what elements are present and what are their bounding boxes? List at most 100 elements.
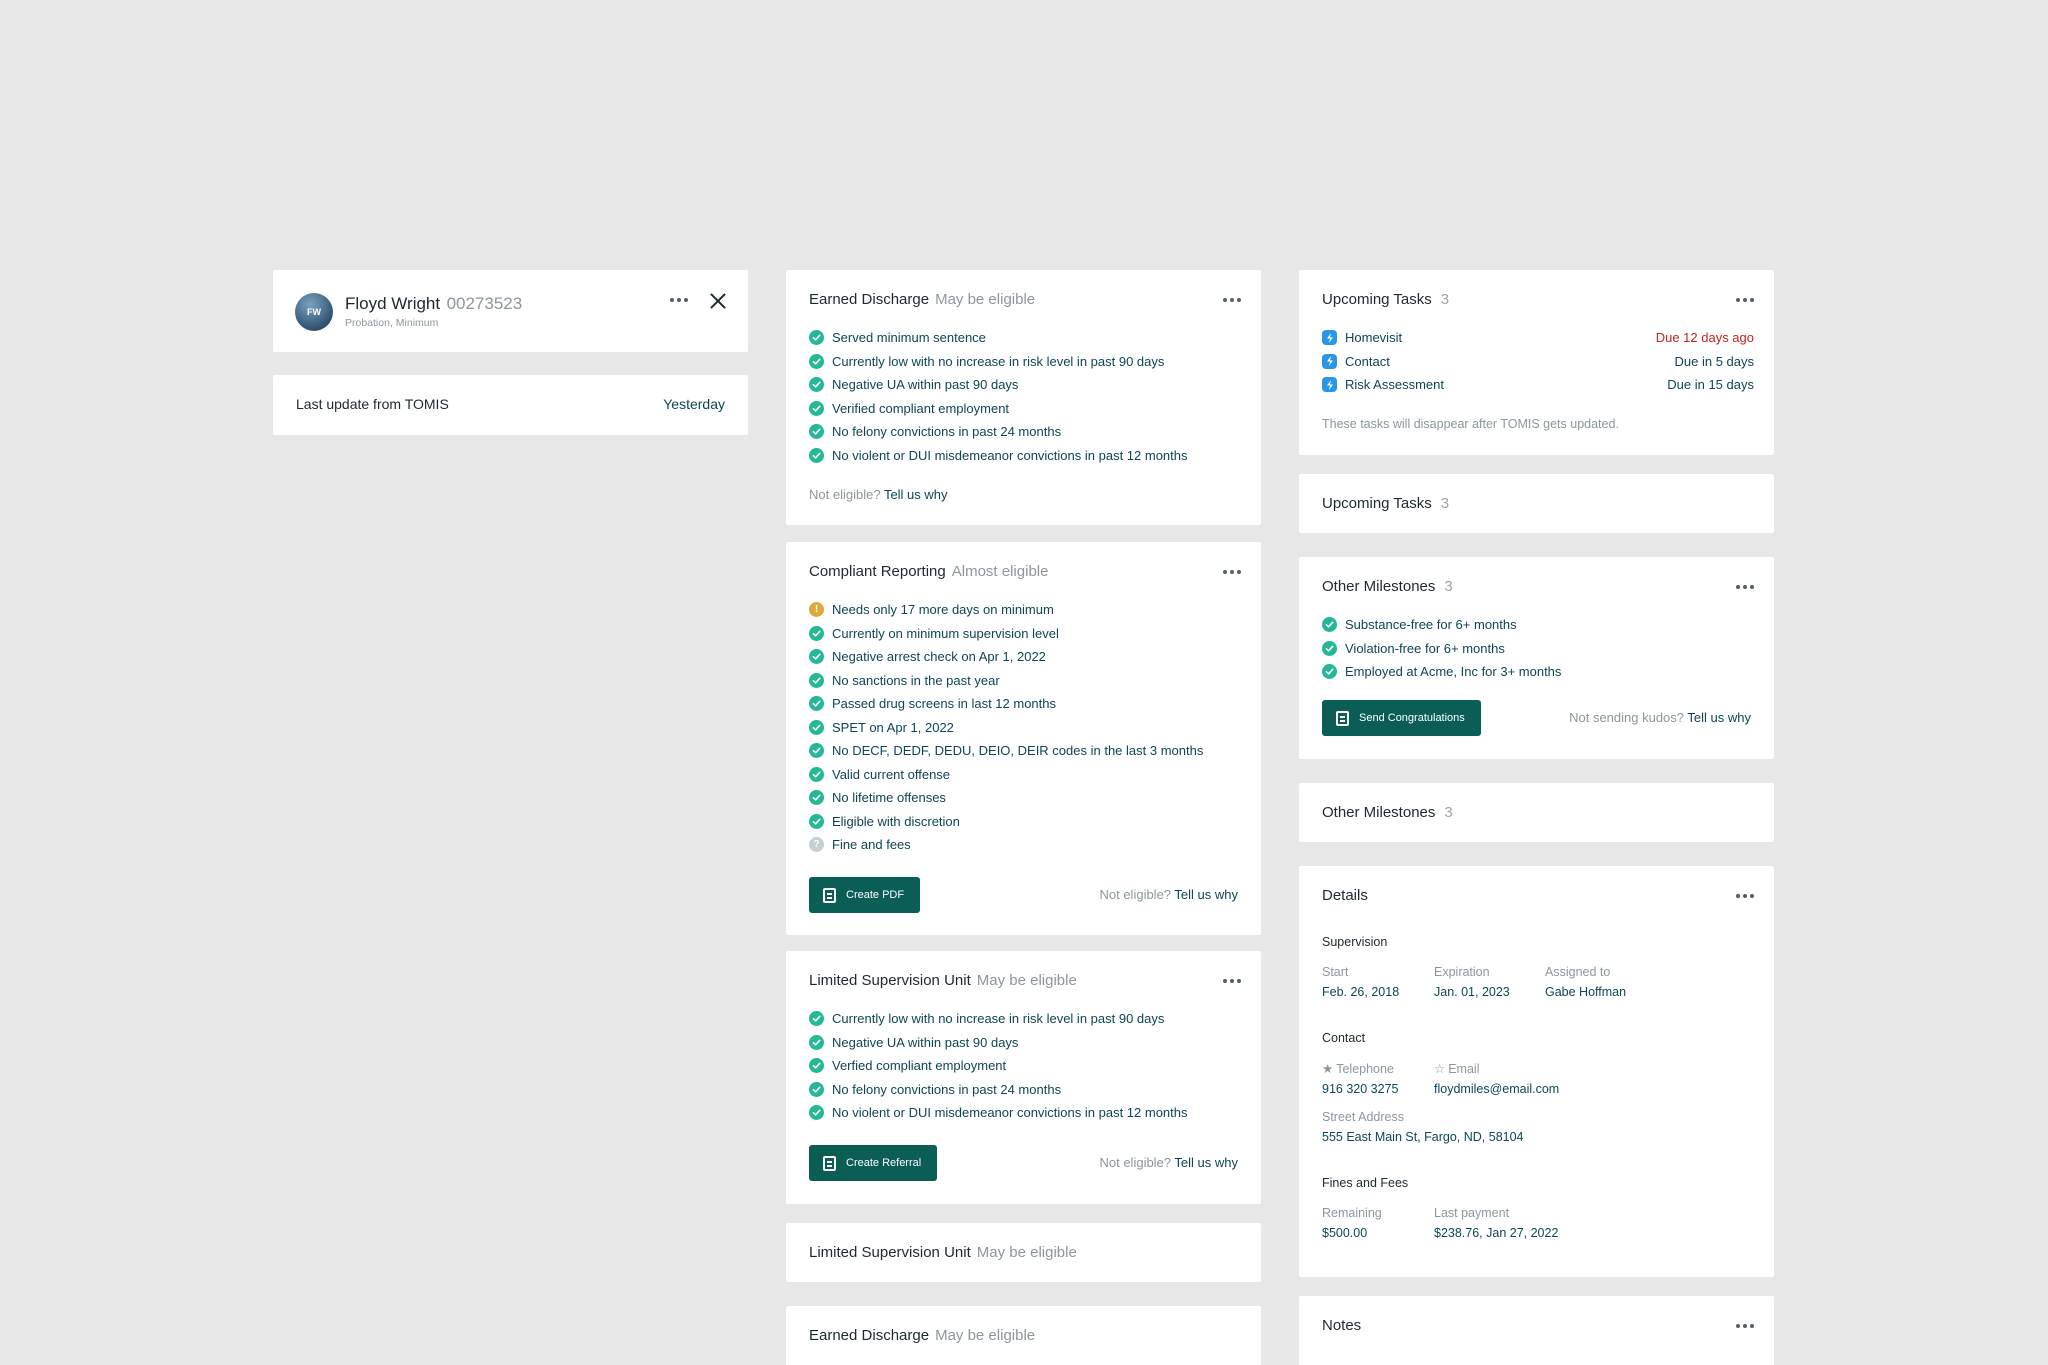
- upcoming-tasks-collapsed-card[interactable]: Upcoming Tasks 3: [1299, 474, 1774, 533]
- create-pdf-button[interactable]: Create PDF: [809, 877, 921, 913]
- compliant-reporting-card: Compliant Reporting Almost eligible ! Need…: [786, 542, 1261, 935]
- more-options-icon[interactable]: [1223, 976, 1241, 986]
- star-outline-icon[interactable]: ☆: [1434, 1062, 1445, 1076]
- check-circle-icon: [809, 1081, 824, 1097]
- list-item: Substance-free for 6+ months: [1322, 613, 1754, 637]
- telephone-label: Telephone: [1336, 1062, 1394, 1076]
- card-title: Compliant Reporting Almost eligible: [809, 563, 1048, 580]
- item-text: No lifetime offenses: [832, 790, 946, 806]
- check-circle-icon: [1322, 664, 1337, 680]
- list-item: Verified compliant employment: [809, 397, 1241, 421]
- more-options-icon[interactable]: [1223, 295, 1241, 305]
- list-item: Employed at Acme, Inc for 3+ months: [1322, 660, 1754, 684]
- item-text: Served minimum sentence: [832, 330, 986, 346]
- card-title: Other Milestones 3: [1322, 578, 1453, 595]
- create-referral-button[interactable]: Create Referral: [809, 1145, 938, 1181]
- compliant-reporting-title: Compliant Reporting: [809, 563, 946, 580]
- check-circle-icon: [809, 625, 824, 641]
- email-label-row: ☆ Email: [1434, 1061, 1559, 1076]
- list-item: Eligible with discretion: [809, 810, 1241, 834]
- task-due: Due in 15 days: [1667, 377, 1754, 393]
- milestone-count: 3: [1444, 578, 1453, 595]
- email-value: floydmiles@email.com: [1434, 1082, 1560, 1096]
- item-text: No felony convictions in past 24 months: [832, 424, 1062, 440]
- criteria-list: Currently low with no increase in risk l…: [809, 1007, 1241, 1125]
- more-options-icon[interactable]: [1736, 582, 1754, 592]
- list-item: No sanctions in the past year: [809, 669, 1241, 693]
- close-icon[interactable]: [710, 293, 726, 309]
- tell-us-why-link[interactable]: Tell us why: [1174, 887, 1238, 902]
- fines-last-payment: Last payment $238.76, Jan 27, 2022: [1434, 1206, 1558, 1240]
- task-due: Due 12 days ago: [1655, 330, 1754, 346]
- client-id: 00273523: [446, 294, 523, 313]
- email-label: Email: [1448, 1062, 1480, 1076]
- limited-supervision-collapsed-card[interactable]: Limited Supervision Unit May be eligible: [786, 1223, 1261, 1282]
- more-options-icon[interactable]: [1736, 295, 1754, 305]
- details-card: Details Supervision Start Feb. 26, 2018 …: [1299, 866, 1774, 1277]
- task-row[interactable]: Risk Assessment Due in 15 days: [1322, 373, 1754, 397]
- supervision-start: Start Feb. 26, 2018: [1322, 965, 1399, 999]
- fines-label: Fines and Fees: [1322, 1176, 1409, 1190]
- last-update-value: Yesterday: [663, 396, 725, 412]
- item-text: Contact: [1345, 353, 1390, 369]
- telephone-label-row: ★ Telephone: [1322, 1061, 1398, 1076]
- assigned-value: Gabe Hoffman: [1545, 985, 1627, 999]
- card-title: Earned Discharge May be eligible: [809, 291, 1035, 308]
- card-title: Limited Supervision Unit May be eligible: [809, 972, 1077, 989]
- contact-telephone: ★ Telephone 916 320 3275: [1322, 1061, 1398, 1096]
- last-payment-value: $238.76, Jan 27, 2022: [1434, 1226, 1559, 1240]
- criteria-list: ! Needs only 17 more days on minimum Curre…: [809, 598, 1241, 857]
- limited-supervision-title: Limited Supervision Unit: [809, 972, 971, 989]
- item-text: Currently low with no increase in risk l…: [832, 1011, 1165, 1027]
- upcoming-tasks-card: Upcoming Tasks 3 Homevisit Due 12 days ago…: [1299, 270, 1774, 455]
- supervision-expiration: Expiration Jan. 01, 2023: [1434, 965, 1510, 999]
- more-options-icon[interactable]: [1736, 891, 1754, 901]
- card-title: Upcoming Tasks 3: [1322, 291, 1449, 308]
- earned-discharge-collapsed-card[interactable]: Earned Discharge May be eligible: [786, 1306, 1261, 1365]
- item-text: Risk Assessment: [1345, 377, 1444, 393]
- item-text: Passed drug screens in last 12 months: [832, 696, 1057, 712]
- more-options-icon[interactable]: [670, 295, 688, 305]
- item-text: Negative UA within past 90 days: [832, 1034, 1019, 1050]
- other-milestones-title: Other Milestones: [1322, 578, 1436, 595]
- contact-label: Contact: [1322, 1031, 1366, 1045]
- list-item: Violation-free for 6+ months: [1322, 637, 1754, 661]
- send-congratulations-button[interactable]: Send Congratulations: [1322, 700, 1481, 736]
- client-name-row: Floyd Wright 00273523: [345, 294, 522, 314]
- item-text: No violent or DUI misdemeanor conviction…: [832, 447, 1188, 463]
- other-milestones-collapsed-card[interactable]: Other Milestones 3: [1299, 783, 1774, 842]
- list-item: No felony convictions in past 24 months: [809, 420, 1241, 444]
- question-icon: ?: [809, 837, 824, 853]
- tell-us-why-link[interactable]: Tell us why: [1687, 710, 1751, 725]
- task-list: Homevisit Due 12 days ago Contact Due in 5 …: [1322, 326, 1754, 397]
- task-count: 3: [1440, 291, 1450, 308]
- item-text: Homevisit: [1345, 330, 1403, 346]
- upcoming-tasks-title: Upcoming Tasks: [1322, 291, 1432, 308]
- more-options-icon[interactable]: [1736, 1321, 1754, 1331]
- supervision-assigned: Assigned to Gabe Hoffman: [1545, 965, 1626, 999]
- check-circle-icon: [809, 766, 824, 782]
- notes-title: Notes: [1322, 1317, 1362, 1334]
- more-options-icon[interactable]: [1223, 567, 1241, 577]
- tell-us-why-link[interactable]: Tell us why: [884, 487, 948, 502]
- avatar: FW: [295, 293, 333, 331]
- tell-us-why-link[interactable]: Tell us why: [1174, 1155, 1238, 1170]
- list-item: Valid current offense: [809, 763, 1241, 787]
- item-text: SPET on Apr 1, 2022: [832, 719, 954, 735]
- item-text: Currently on minimum supervision level: [832, 625, 1059, 641]
- limited-supervision-card: Limited Supervision Unit May be eligible …: [786, 951, 1261, 1204]
- task-row[interactable]: Contact Due in 5 days: [1322, 350, 1754, 374]
- remaining-value: $500.00: [1322, 1226, 1368, 1240]
- check-circle-icon: [809, 447, 824, 463]
- check-circle-icon: [809, 1058, 824, 1074]
- last-update-card: Last update from TOMIS Yesterday: [273, 375, 748, 435]
- task-row[interactable]: Homevisit Due 12 days ago: [1322, 326, 1754, 350]
- eligibility-status: May be eligible: [935, 1327, 1036, 1344]
- check-circle-icon: [809, 353, 824, 369]
- item-text: Valid current offense: [832, 766, 951, 782]
- assigned-label: Assigned to: [1545, 965, 1611, 979]
- check-circle-icon: [1322, 640, 1337, 656]
- eligibility-status: May be eligible: [935, 291, 1036, 308]
- list-item: Currently on minimum supervision level: [809, 622, 1241, 646]
- not-eligible-text: Not eligible?: [809, 487, 881, 502]
